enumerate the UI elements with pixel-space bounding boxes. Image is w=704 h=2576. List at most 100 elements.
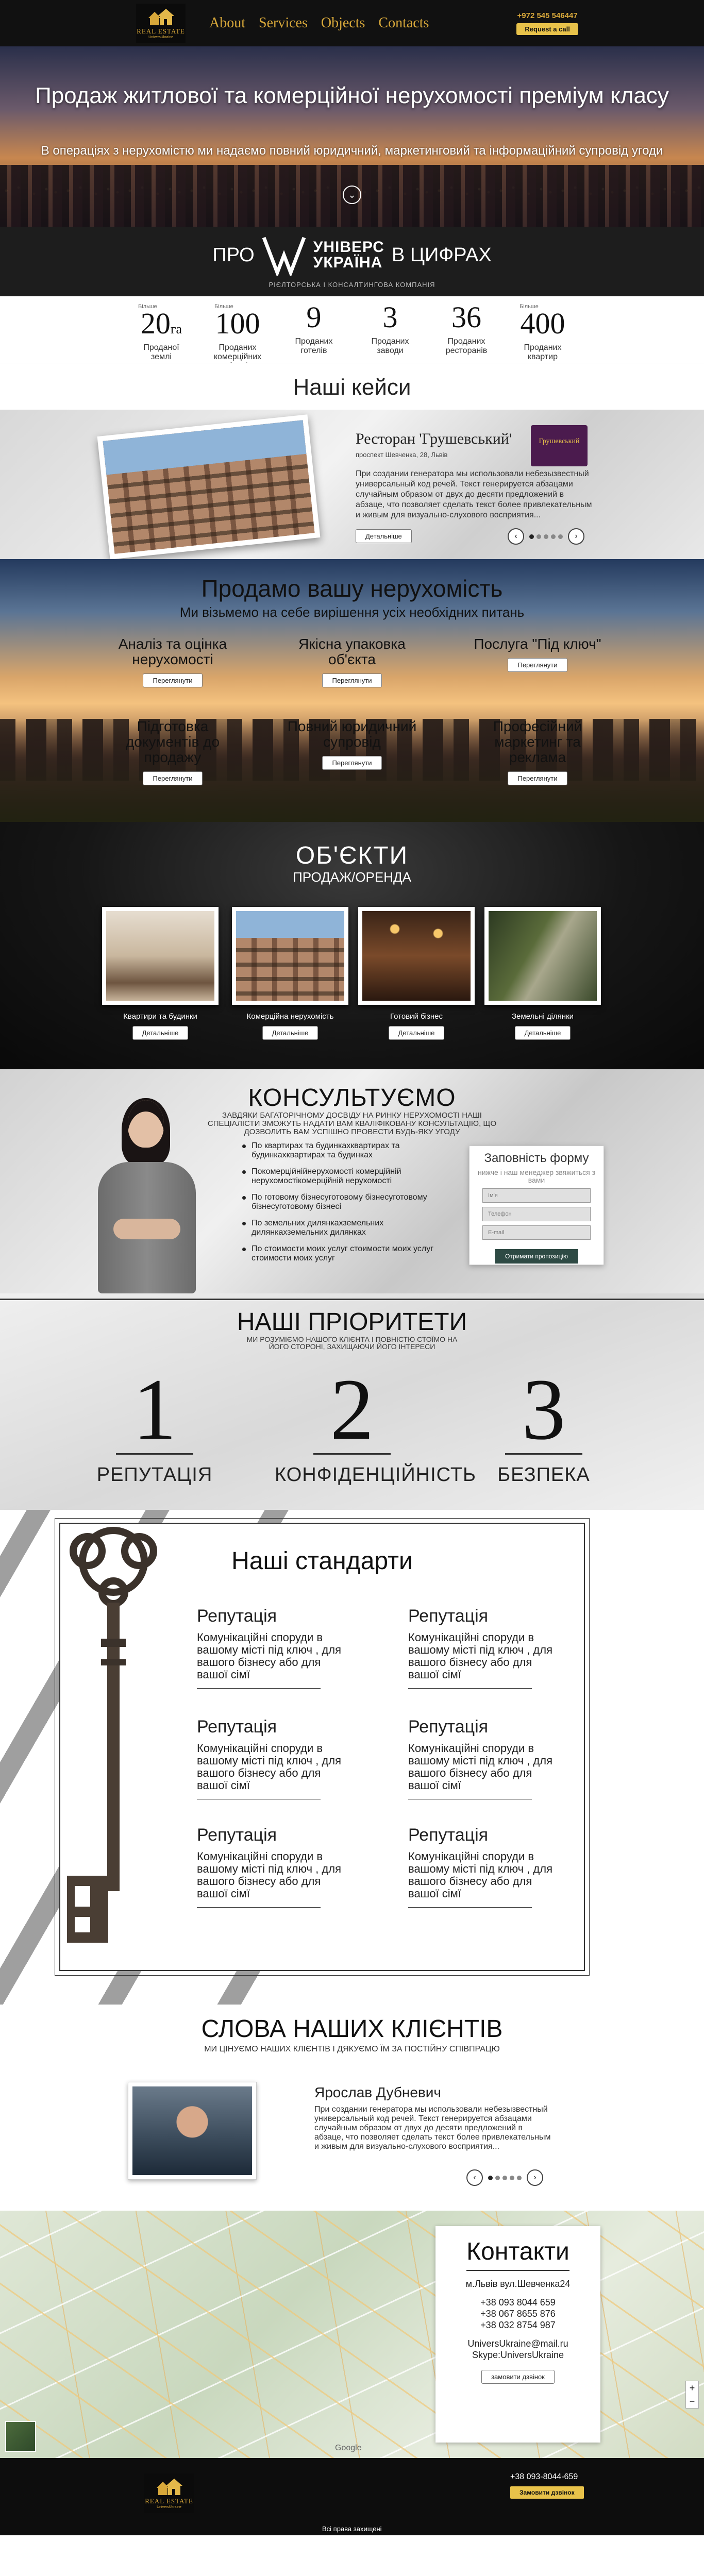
priority-item: 3 БЕЗПЕКА: [466, 1366, 621, 1486]
contact-skype[interactable]: Skype:UniversUkraine: [435, 2349, 600, 2361]
object-image[interactable]: [232, 907, 348, 1005]
logo[interactable]: REAL ESTATE UniversUkraine: [136, 4, 186, 43]
object-image[interactable]: [484, 907, 601, 1005]
service-item: Якісна упаковка об'єкта Переглянути: [280, 636, 424, 687]
logo-title: REAL ESTATE: [145, 2497, 193, 2505]
contacts-map[interactable]: Google + − Контакти м.Львів вул.Шевченка…: [0, 2211, 704, 2458]
service-view-button[interactable]: Переглянути: [508, 771, 567, 785]
slider-dot[interactable]: [517, 2175, 522, 2180]
slider-dot[interactable]: [558, 534, 563, 539]
service-view-button[interactable]: Переглянути: [322, 756, 382, 770]
object-details-button[interactable]: Детальніше: [388, 1026, 445, 1040]
reviews-section: СЛОВА НАШИХ КЛІЄНТІВ МИ ЦІНУЄМО НАШИХ КЛ…: [0, 2005, 704, 2211]
service-view-button[interactable]: Переглянути: [143, 674, 203, 687]
next-arrow-icon[interactable]: ›: [568, 528, 584, 545]
stat-value: 100: [215, 307, 260, 340]
footer-phone[interactable]: +38 093-8044-659: [510, 2472, 578, 2482]
objects-subtitle: ПРОДАЖ/ОРЕНДА: [293, 869, 411, 885]
footer-call-button[interactable]: Замовити дзвінок: [510, 2486, 584, 2499]
phone-field[interactable]: [482, 1207, 591, 1221]
service-item: Підготовка документів до продажу Переглян…: [100, 719, 245, 785]
zoom-out-button[interactable]: −: [686, 2395, 698, 2408]
univers-logo-icon: [262, 234, 306, 278]
nav-about[interactable]: About: [209, 15, 245, 31]
stat-label: Проданих заводи: [371, 337, 409, 355]
map-satellite-toggle[interactable]: [5, 2421, 36, 2452]
reviews-subtitle: МИ ЦІНУЄМО НАШИХ КЛІЄНТІВ І ДЯКУЄМО ЇМ З…: [204, 2045, 500, 2053]
slider-dot[interactable]: [551, 534, 556, 539]
priority-number: 2: [330, 1361, 374, 1458]
case-details-button[interactable]: Детальніше: [356, 529, 412, 543]
consult-list-item: По готовому бізнесуготовому бізнесуготов…: [242, 1193, 454, 1211]
get-offer-button[interactable]: Отримати пропозицію: [494, 1249, 579, 1264]
stat-value: 400: [520, 307, 565, 340]
standard-heading: Репутація: [408, 1606, 489, 1626]
object-details-button[interactable]: Детальніше: [262, 1026, 319, 1040]
service-view-button[interactable]: Переглянути: [508, 658, 567, 672]
slider-dot[interactable]: [502, 2175, 507, 2180]
contact-phone[interactable]: +38 067 8655 876: [435, 2308, 600, 2319]
service-title: Послуга "Під ключ": [474, 636, 601, 652]
email-field[interactable]: [482, 1225, 591, 1240]
slider-dot[interactable]: [529, 534, 534, 539]
nav-contacts[interactable]: Contacts: [378, 15, 429, 31]
scroll-down-icon[interactable]: ⌄: [343, 186, 361, 204]
service-view-button[interactable]: Переглянути: [322, 674, 382, 687]
nav-services[interactable]: Services: [259, 15, 308, 31]
contact-phone[interactable]: +38 032 8754 987: [435, 2319, 600, 2331]
nav-objects[interactable]: Objects: [321, 15, 365, 31]
service-view-button[interactable]: Переглянути: [143, 771, 203, 785]
consult-list-item: По квартирах та будинкахквартирах та буд…: [242, 1141, 454, 1160]
contact-phone[interactable]: +38 093 8044 659: [435, 2297, 600, 2308]
case-text: При создании генератора мы использовали …: [356, 469, 592, 519]
stat-item: Більше 20га Проданої землі: [133, 304, 190, 363]
house-logo-icon: [148, 8, 174, 25]
about-pro: ПРО: [212, 244, 255, 266]
brand-line-2: УКРАЇНА: [313, 254, 383, 271]
priority-item: 2 КОНФІДЕНЦІЙНІСТЬ: [275, 1361, 476, 1486]
reviews-title: СЛОВА НАШИХ КЛІЄНТІВ: [201, 2015, 503, 2043]
in-numbers: В ЦИФРАХ: [391, 244, 492, 266]
consult-list: По квартирах та будинкахквартирах та буд…: [242, 1141, 454, 1270]
priority-number: 1: [132, 1361, 177, 1458]
stat-item: 36 Проданих ресторанів: [438, 302, 495, 363]
stat-label: Проданих ресторанів: [445, 337, 488, 355]
map-zoom-control: + −: [685, 2381, 699, 2409]
header-phone[interactable]: +972 545 546447: [517, 11, 578, 20]
slider-dot[interactable]: [537, 534, 541, 539]
stat-item: 9 Проданих готелів: [286, 302, 342, 363]
cases-heading: Наші кейси: [0, 363, 704, 410]
slider-dot[interactable]: [510, 2175, 514, 2180]
footer-logo[interactable]: REAL ESTATE UniversUkraine: [144, 2473, 194, 2513]
service-item: Професійний маркетинг та реклама Переглян…: [465, 719, 610, 785]
sell-subtitle: Ми візьмемо на себе вирішення усіх необх…: [179, 604, 525, 620]
building-image: [103, 420, 315, 554]
case-address: проспект Шевченка, 28, Львів: [356, 451, 448, 459]
object-card: Квартири та будинки Детальніше: [102, 907, 219, 1040]
object-details-button[interactable]: Детальніше: [514, 1026, 571, 1040]
contact-email[interactable]: UniversUkraine@mail.ru: [435, 2338, 600, 2349]
object-image[interactable]: [102, 907, 219, 1005]
zoom-in-button[interactable]: +: [686, 2381, 698, 2395]
google-logo: Google: [335, 2444, 362, 2452]
name-field[interactable]: [482, 1188, 591, 1203]
slider-dot[interactable]: [495, 2175, 500, 2180]
priorities-title: НАШІ ПРІОРИТЕТИ: [237, 1308, 467, 1336]
standard-text: Комунікаційні споруди в вашому місті під…: [408, 1742, 552, 1792]
object-image[interactable]: [358, 907, 475, 1005]
client-name: Ярослав Дубневич: [314, 2084, 441, 2100]
slider-dots: [529, 534, 563, 539]
slider-dot[interactable]: [544, 534, 548, 539]
prev-arrow-icon[interactable]: ‹: [466, 2169, 483, 2186]
request-call-button[interactable]: Request a call: [516, 23, 578, 35]
slider-dot[interactable]: [488, 2175, 493, 2180]
stat-unit: га: [170, 322, 182, 336]
brand-line-1: УНІВЕРС: [313, 239, 384, 256]
object-details-button[interactable]: Детальніше: [132, 1026, 189, 1040]
next-arrow-icon[interactable]: ›: [527, 2169, 543, 2186]
prev-arrow-icon[interactable]: ‹: [508, 528, 524, 545]
logo-subtitle: UniversUkraine: [157, 2505, 181, 2509]
header-contact: +972 545 546447 Request a call: [516, 11, 578, 35]
case-title: Ресторан 'Грушевський': [356, 430, 512, 447]
order-call-button[interactable]: замовити дзвінок: [481, 2370, 555, 2384]
